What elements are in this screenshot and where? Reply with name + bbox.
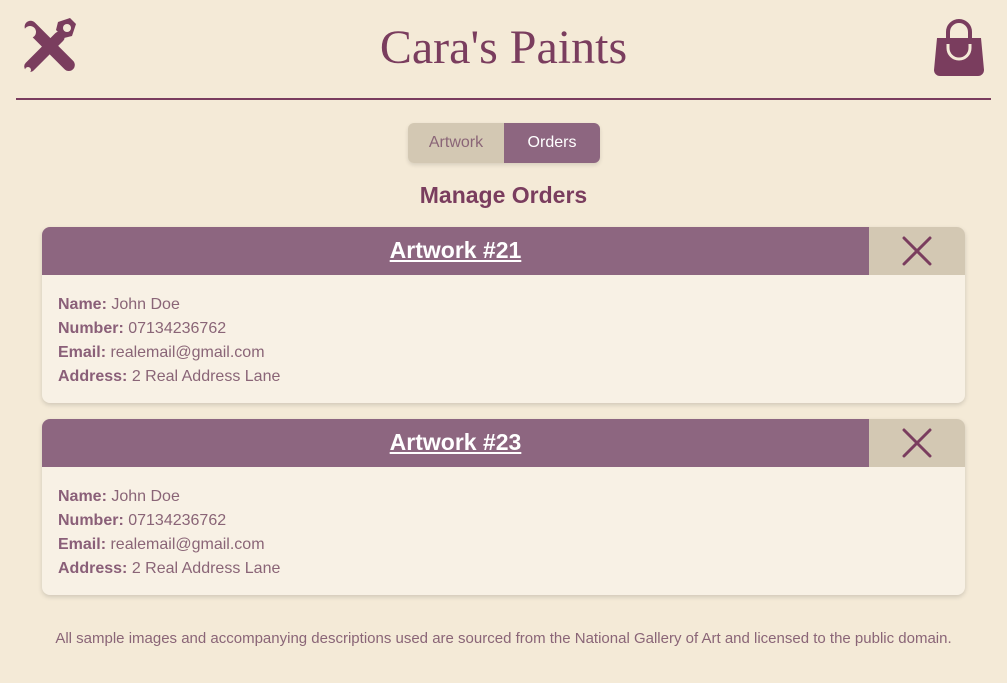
order-number-row: Number: 07134236762 <box>58 509 280 533</box>
email-label: Email: <box>58 344 107 361</box>
order-header: Artwork #21 <box>42 227 869 275</box>
page-title: Manage Orders <box>419 182 588 208</box>
name-label: Name: <box>58 488 107 505</box>
number-value: 07134236762 <box>128 512 227 529</box>
order-card: Artwork #21 Name: John Doe Number: 07134… <box>42 227 965 403</box>
order-address-row: Address: 2 Real Address Lane <box>58 557 280 581</box>
delete-order-button[interactable] <box>869 227 965 275</box>
order-card: Artwork #23 Name: John Doe Number: 07134… <box>42 419 965 595</box>
close-icon <box>902 428 932 458</box>
order-name-row: Name: John Doe <box>58 293 280 317</box>
email-value: realemail@gmail.com <box>110 344 265 361</box>
name-value: John Doe <box>111 488 180 505</box>
order-address-row: Address: 2 Real Address Lane <box>58 365 280 389</box>
order-title-link[interactable]: Artwork #23 <box>42 429 869 456</box>
order-email-row: Email: realemail@gmail.com <box>58 341 280 365</box>
number-label: Number: <box>58 320 124 337</box>
footer-note: All sample images and accompanying descr… <box>55 630 952 647</box>
order-header: Artwork #23 <box>42 419 869 467</box>
number-label: Number: <box>58 512 124 529</box>
address-value: 2 Real Address Lane <box>131 560 281 577</box>
order-number-row: Number: 07134236762 <box>58 317 280 341</box>
email-value: realemail@gmail.com <box>110 536 265 553</box>
close-icon <box>902 236 932 266</box>
tab-orders[interactable]: Orders <box>504 123 600 163</box>
order-details: Name: John Doe Number: 07134236762 Email… <box>58 293 280 389</box>
number-value: 07134236762 <box>128 320 227 337</box>
site-title: Cara's Paints <box>379 21 628 74</box>
name-label: Name: <box>58 296 107 313</box>
view-tabs: Artwork Orders <box>408 123 600 163</box>
address-label: Address: <box>58 560 128 577</box>
delete-order-button[interactable] <box>869 419 965 467</box>
email-label: Email: <box>58 536 107 553</box>
address-label: Address: <box>58 368 128 385</box>
address-value: 2 Real Address Lane <box>131 368 281 385</box>
order-title-link[interactable]: Artwork #21 <box>42 237 869 264</box>
order-name-row: Name: John Doe <box>58 485 280 509</box>
site-header: Cara's Paints <box>16 0 991 100</box>
order-details: Name: John Doe Number: 07134236762 Email… <box>58 485 280 581</box>
shopping-bag-icon[interactable] <box>933 18 985 78</box>
order-email-row: Email: realemail@gmail.com <box>58 533 280 557</box>
name-value: John Doe <box>111 296 180 313</box>
tab-artwork[interactable]: Artwork <box>408 123 504 163</box>
